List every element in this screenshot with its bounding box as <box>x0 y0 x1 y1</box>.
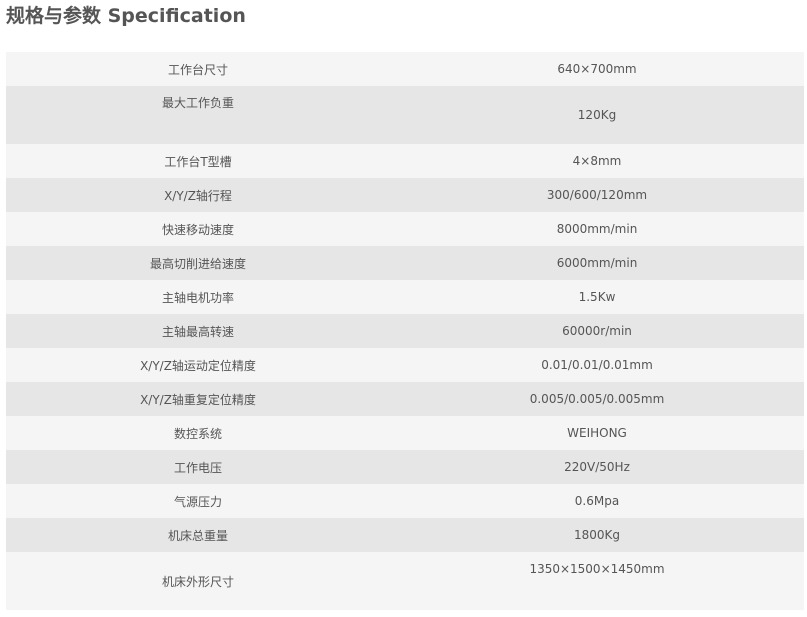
table-row: 主轴电机功率 1.5Kw <box>6 280 804 314</box>
spec-page: 规格与参数 Specification 工作台尺寸 640×700mm 最大工作… <box>0 0 807 617</box>
table-row: 数控系统 WEIHONG <box>6 416 804 450</box>
table-row: 工作台尺寸 640×700mm <box>6 52 804 86</box>
spec-label: 工作台T型槽 <box>164 154 232 169</box>
spec-label: 最高切削进给速度 <box>149 256 246 271</box>
spec-value: 0.005/0.005/0.005mm <box>529 392 665 406</box>
table-row: X/Y/Z轴运动定位精度 0.01/0.01/0.01mm <box>6 348 804 382</box>
spec-label: 工作电压 <box>173 460 222 475</box>
spec-value: 0.6Mpa <box>574 494 620 508</box>
spec-value: 8000mm/min <box>556 222 638 236</box>
table-row: X/Y/Z轴行程 300/600/120mm <box>6 178 804 212</box>
table-row: X/Y/Z轴重复定位精度 0.005/0.005/0.005mm <box>6 382 804 416</box>
spec-label: 机床总重量 <box>167 528 228 543</box>
spec-value: 640×700mm <box>557 62 637 76</box>
spec-value: 1350×1500×1450mm <box>529 562 665 576</box>
spec-label: 工作台尺寸 <box>167 62 228 77</box>
spec-label: 数控系统 <box>173 426 222 441</box>
spec-label: 主轴最高转速 <box>161 324 234 339</box>
page-title: 规格与参数 Specification <box>6 5 246 27</box>
spec-value: WEIHONG <box>567 426 627 440</box>
spec-label: X/Y/Z轴运动定位精度 <box>140 358 256 373</box>
table-row: 最大工作负重 120Kg <box>6 86 804 144</box>
spec-value: 0.01/0.01/0.01mm <box>541 358 653 372</box>
spec-value: 220V/50Hz <box>564 460 630 474</box>
spec-value: 120Kg <box>577 108 617 122</box>
spec-value: 6000mm/min <box>556 256 638 270</box>
spec-label: 机床外形尺寸 <box>161 574 234 589</box>
table-row: 主轴最高转速 60000r/min <box>6 314 804 348</box>
spec-value: 1800Kg <box>573 528 621 542</box>
table-row: 最高切削进给速度 6000mm/min <box>6 246 804 280</box>
spec-label: X/Y/Z轴行程 <box>164 188 232 203</box>
table-row: 机床外形尺寸 1350×1500×1450mm <box>6 552 804 610</box>
spec-value: 1.5Kw <box>578 290 616 304</box>
spec-label: 最大工作负重 <box>161 96 234 110</box>
table-row: 工作电压 220V/50Hz <box>6 450 804 484</box>
table-row: 机床总重量 1800Kg <box>6 518 804 552</box>
table-row: 快速移动速度 8000mm/min <box>6 212 804 246</box>
spec-label: 气源压力 <box>173 494 222 509</box>
spec-label: 快速移动速度 <box>161 222 234 237</box>
table-row: 工作台T型槽 4×8mm <box>6 144 804 178</box>
spec-table: 工作台尺寸 640×700mm 最大工作负重 120Kg 工作台T型槽 4×8m… <box>6 52 804 610</box>
spec-value: 4×8mm <box>572 154 622 168</box>
spec-label: 主轴电机功率 <box>161 290 234 305</box>
spec-label: X/Y/Z轴重复定位精度 <box>140 392 256 407</box>
spec-value: 60000r/min <box>562 324 632 338</box>
spec-value: 300/600/120mm <box>546 188 648 202</box>
table-row: 气源压力 0.6Mpa <box>6 484 804 518</box>
